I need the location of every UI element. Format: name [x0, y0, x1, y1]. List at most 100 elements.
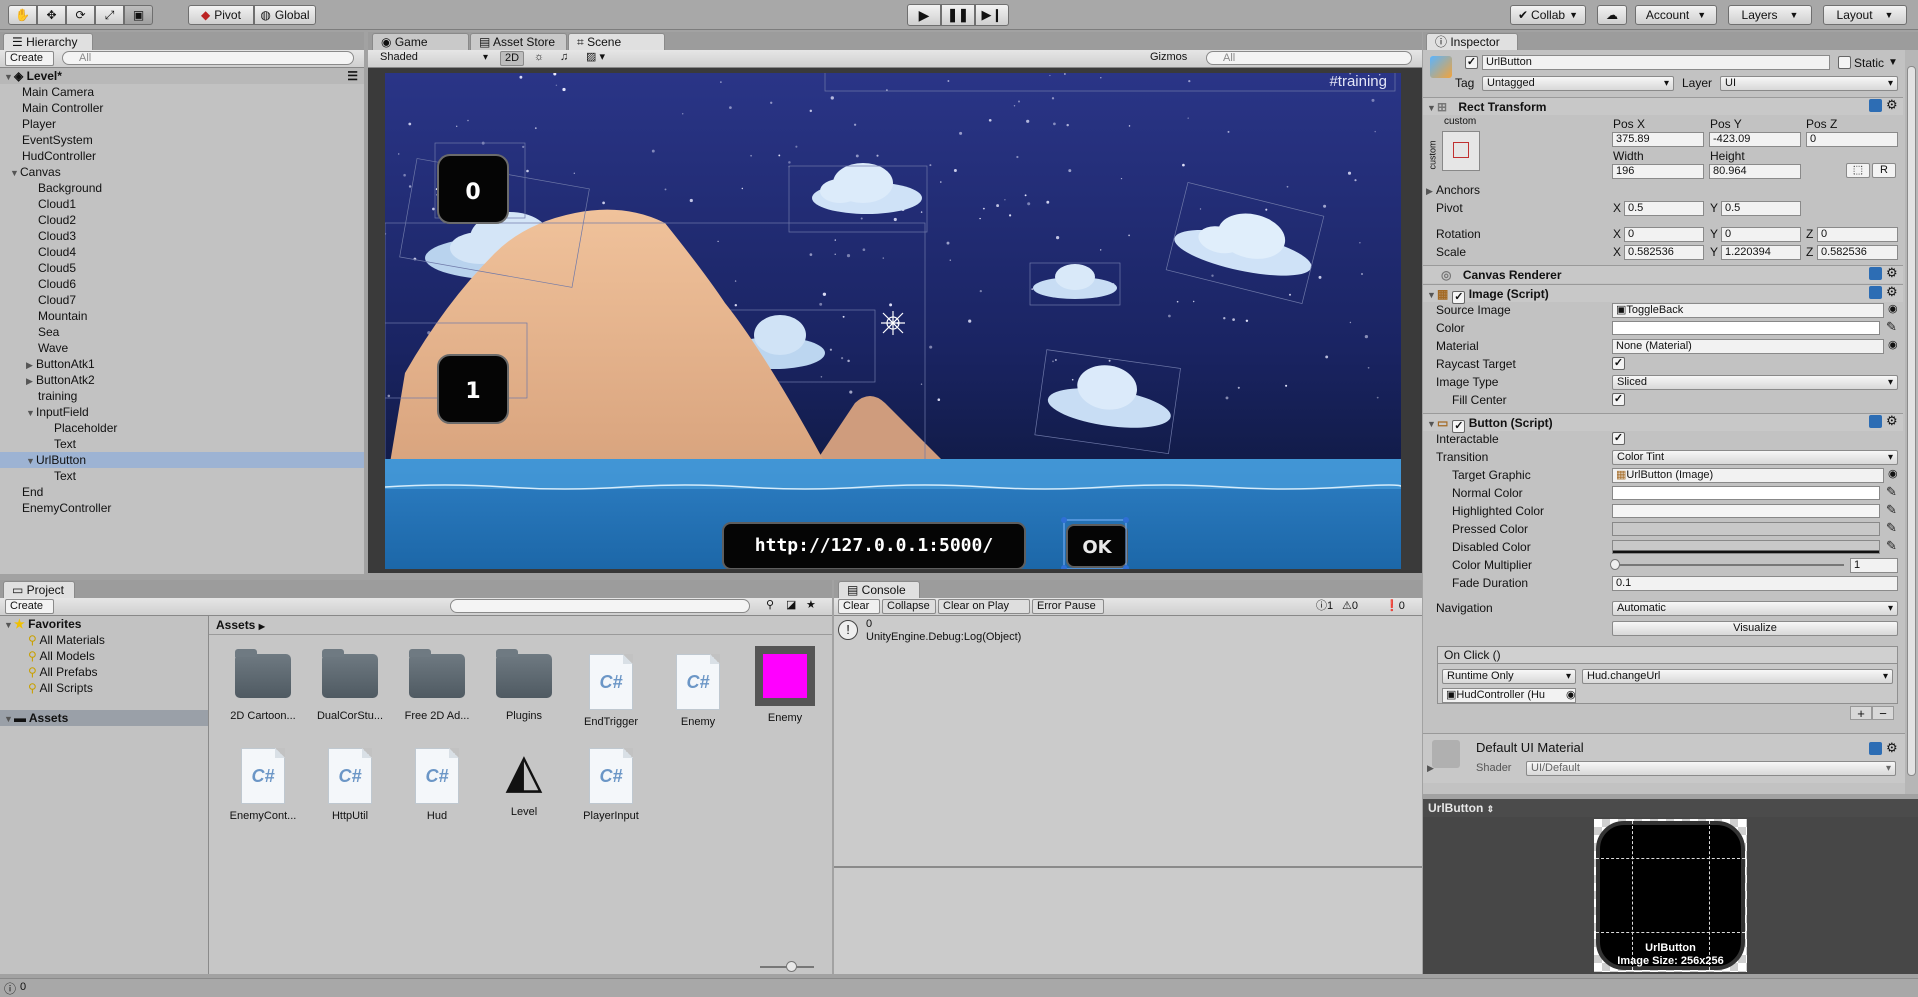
hierarchy-item[interactable]: ▼UrlButton	[0, 452, 364, 468]
object-picker-icon[interactable]: ◉	[1888, 467, 1898, 480]
layout-dropdown[interactable]: Layout ▼	[1823, 5, 1907, 25]
cloud-button[interactable]: ☁	[1597, 5, 1627, 25]
blueprint-mode-button[interactable]: ⬚	[1846, 163, 1870, 178]
collapse-arrow-icon[interactable]: ▶	[26, 373, 36, 389]
method-dropdown[interactable]: Hud.changeUrl	[1582, 669, 1893, 684]
pivot-toggle[interactable]: ◆ Pivot	[188, 5, 254, 25]
target-graphic-field[interactable]: ▦UrlButton (Image)	[1612, 468, 1884, 483]
collab-dropdown[interactable]: ✔ Collab ▼	[1510, 5, 1586, 25]
eyedropper-icon[interactable]: ✎	[1886, 320, 1897, 334]
object-picker-icon[interactable]: ◉	[1566, 688, 1576, 701]
error-count[interactable]: ❗0	[1385, 599, 1405, 614]
favorite-item[interactable]: ⚲ All Scripts	[28, 680, 93, 696]
material-field[interactable]: None (Material)	[1612, 339, 1884, 354]
hierarchy-create-button[interactable]: Create ▼	[5, 51, 54, 76]
asset-item[interactable]: Enemy	[743, 646, 827, 724]
scene-menu-icon[interactable]: ☰	[347, 68, 358, 84]
warning-count[interactable]: ⚠0	[1342, 599, 1358, 614]
assets-root-row[interactable]: ▼▬ Assets	[0, 710, 208, 726]
favorite-item[interactable]: ⚲ All Prefabs	[28, 664, 98, 680]
rect-tool-button[interactable]: ▣	[124, 5, 153, 25]
hierarchy-item[interactable]: Sea	[0, 324, 364, 340]
raycast-target-checkbox[interactable]: ✓	[1612, 357, 1625, 370]
layers-dropdown[interactable]: Layers ▼	[1728, 5, 1812, 25]
tab-asset-store[interactable]: ▤ Asset Store	[470, 33, 567, 50]
rotation-x-field[interactable]: 0	[1624, 227, 1704, 242]
rotation-y-field[interactable]: 0	[1721, 227, 1801, 242]
move-tool-button[interactable]: ✥	[37, 5, 66, 25]
anchors-foldout[interactable]: ▶ Anchors	[1426, 182, 1480, 198]
pivot-gizmo[interactable]	[881, 311, 905, 335]
hierarchy-item[interactable]: Wave	[0, 340, 364, 356]
rotation-z-field[interactable]: 0	[1817, 227, 1898, 242]
material-expand-icon[interactable]: ▶	[1427, 763, 1434, 774]
scale-y-field[interactable]: 1.220394	[1721, 245, 1801, 260]
status-text[interactable]: 0	[20, 981, 26, 993]
project-create-button[interactable]: Create ▼	[5, 599, 54, 624]
asset-item[interactable]: C# PlayerInput	[569, 748, 653, 822]
pos-x-field[interactable]: 375.89	[1612, 132, 1704, 147]
hierarchy-item[interactable]: End	[0, 484, 364, 500]
hierarchy-item[interactable]: ▼Canvas	[0, 164, 364, 180]
hierarchy-search-input[interactable]: All	[62, 51, 354, 65]
gear-icon[interactable]: ⚙	[1886, 284, 1898, 300]
hierarchy-item[interactable]: Main Controller	[0, 100, 364, 116]
console-collapse-button[interactable]: Collapse	[882, 599, 936, 614]
gear-icon[interactable]: ⚙	[1886, 740, 1898, 756]
active-checkbox[interactable]: ✓	[1465, 56, 1478, 69]
shading-mode-dropdown[interactable]: Shaded	[376, 51, 492, 66]
image-type-dropdown[interactable]: Sliced	[1612, 375, 1898, 390]
favorites-header[interactable]: ▼★ Favorites	[0, 616, 208, 632]
pivot-x-field[interactable]: 0.5	[1624, 201, 1704, 216]
navigation-dropdown[interactable]: Automatic	[1612, 601, 1898, 616]
color-multiplier-slider[interactable]	[1614, 564, 1844, 566]
console-clear-button[interactable]: Clear	[838, 599, 880, 614]
console-error-pause-button[interactable]: Error Pause	[1032, 599, 1104, 614]
asset-item[interactable]: C# HttpUtil	[308, 748, 392, 822]
favorite-button[interactable]: ★	[802, 599, 818, 614]
asset-item[interactable]: Plugins	[482, 649, 566, 722]
account-dropdown[interactable]: Account ▼	[1635, 5, 1717, 25]
hierarchy-item[interactable]: Cloud7	[0, 292, 364, 308]
filter-type-button[interactable]: ⚲	[762, 599, 778, 614]
expand-arrow-icon[interactable]: ▼	[26, 453, 36, 469]
scale-tool-button[interactable]: ⤢	[95, 5, 124, 25]
raw-edit-button[interactable]: R	[1872, 163, 1896, 178]
static-dropdown-icon[interactable]: ▼	[1888, 55, 1898, 71]
hierarchy-item[interactable]: Text	[0, 468, 364, 484]
hierarchy-item[interactable]: EnemyController	[0, 500, 364, 516]
scale-x-field[interactable]: 0.582536	[1624, 245, 1704, 260]
asset-item[interactable]: Free 2D Ad...	[395, 649, 479, 722]
hierarchy-item[interactable]: Cloud1	[0, 196, 364, 212]
project-search-input[interactable]	[450, 599, 750, 613]
help-icon[interactable]	[1869, 286, 1882, 299]
play-button[interactable]: ▶	[907, 4, 941, 26]
color-multiplier-field[interactable]: 1	[1850, 558, 1898, 573]
console-clear-on-play-button[interactable]: Clear on Play	[938, 599, 1030, 614]
pressed-color-field[interactable]	[1612, 522, 1880, 536]
scrollbar-thumb[interactable]	[1907, 66, 1916, 776]
tab-scene[interactable]: ⌗ Scene	[568, 33, 665, 50]
disabled-color-field[interactable]	[1612, 540, 1880, 554]
help-icon[interactable]	[1869, 267, 1882, 280]
2d-toggle[interactable]: 2D	[500, 51, 524, 66]
slider-thumb[interactable]	[786, 961, 797, 972]
remove-event-button[interactable]: −	[1872, 706, 1894, 720]
slider-thumb[interactable]	[1610, 559, 1620, 570]
expand-arrow-icon[interactable]: ▼	[10, 165, 20, 181]
object-picker-icon[interactable]: ◉	[1888, 302, 1898, 315]
help-icon[interactable]	[1869, 415, 1882, 428]
target-object-field[interactable]: ▣HudController (Hu	[1442, 688, 1576, 703]
asset-breadcrumb[interactable]: Assets ▶	[216, 617, 265, 635]
asset-item[interactable]: C# Enemy	[656, 654, 740, 728]
hierarchy-item[interactable]: Main Camera	[0, 84, 364, 100]
hierarchy-item[interactable]: Text	[0, 436, 364, 452]
selection-handle[interactable]	[1061, 517, 1067, 523]
preview-header[interactable]: UrlButton ⇕	[1423, 799, 1918, 817]
game-canvas[interactable]: #training 0 1 http://127.0.0.1:5000/ OK	[385, 73, 1401, 569]
log-entry[interactable]: ! 0 UnityEngine.Debug:Log(Object)	[834, 616, 1422, 648]
rotate-tool-button[interactable]: ⟳	[66, 5, 95, 25]
highlighted-color-field[interactable]	[1612, 504, 1880, 518]
hand-tool-button[interactable]: ✋	[8, 5, 37, 25]
tab-project[interactable]: ▭ Project	[3, 581, 75, 598]
